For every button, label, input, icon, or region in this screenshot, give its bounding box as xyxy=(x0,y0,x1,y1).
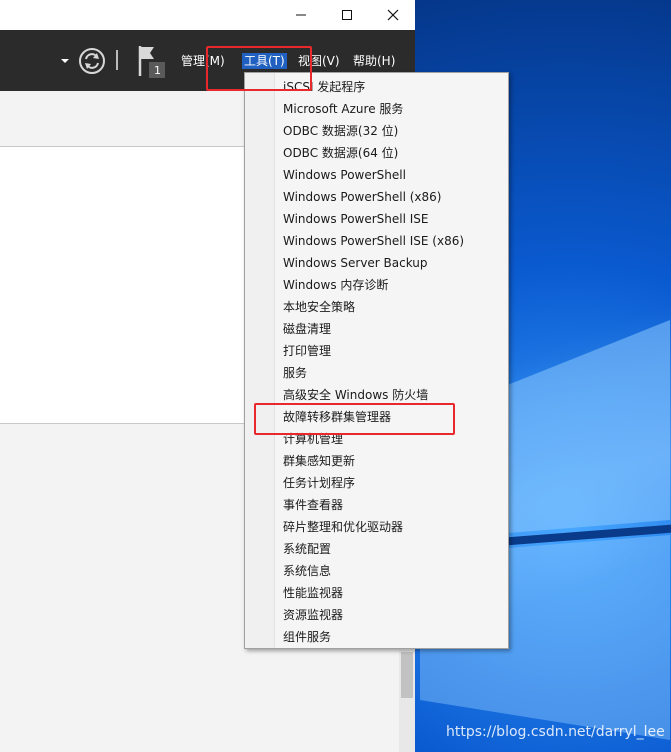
menu-item-odbc-64[interactable]: ODBC 数据源(64 位) xyxy=(283,142,398,164)
menu-icon-gutter xyxy=(245,73,275,648)
menu-item-system-configuration[interactable]: 系统配置 xyxy=(283,538,331,560)
menu-item-component-services[interactable]: 组件服务 xyxy=(283,626,331,648)
menu-item-print-management[interactable]: 打印管理 xyxy=(283,340,331,362)
menu-item-powershell-x86[interactable]: Windows PowerShell (x86) xyxy=(283,186,441,208)
maximize-icon xyxy=(342,10,352,20)
refresh-icon[interactable] xyxy=(78,47,106,75)
notification-count-badge: 1 xyxy=(154,64,161,77)
menu-item-server-backup[interactable]: Windows Server Backup xyxy=(283,252,428,274)
toolbar-separator xyxy=(116,50,118,70)
highlight-box-failover-cluster xyxy=(254,403,455,435)
scrollbar-thumb[interactable] xyxy=(401,652,413,698)
menu-item-cluster-aware-updating[interactable]: 群集感知更新 xyxy=(283,450,355,472)
menu-item-performance-monitor[interactable]: 性能监视器 xyxy=(283,582,343,604)
maximize-button[interactable] xyxy=(324,0,370,30)
watermark-text: https://blog.csdn.net/darryl_lee xyxy=(446,724,665,740)
minimize-icon xyxy=(296,14,306,16)
notifications-flag-icon[interactable] xyxy=(136,44,168,80)
dropdown-arrow-icon[interactable] xyxy=(60,57,70,65)
menu-item-event-viewer[interactable]: 事件查看器 xyxy=(283,494,343,516)
menu-item-powershell-ise[interactable]: Windows PowerShell ISE xyxy=(283,208,429,230)
menu-item-task-scheduler[interactable]: 任务计划程序 xyxy=(283,472,355,494)
menu-item-azure-services[interactable]: Microsoft Azure 服务 xyxy=(283,98,403,120)
menu-item-powershell[interactable]: Windows PowerShell xyxy=(283,164,406,186)
menu-item-memory-diagnostic[interactable]: Windows 内存诊断 xyxy=(283,274,388,296)
menu-item-resource-monitor[interactable]: 资源监视器 xyxy=(283,604,343,626)
menu-item-services[interactable]: 服务 xyxy=(283,362,307,384)
close-icon xyxy=(387,9,399,21)
menu-item-local-security-policy[interactable]: 本地安全策略 xyxy=(283,296,355,318)
tools-dropdown-menu: iSCSI 发起程序 Microsoft Azure 服务 ODBC 数据源(3… xyxy=(244,72,509,649)
menu-item-odbc-32[interactable]: ODBC 数据源(32 位) xyxy=(283,120,398,142)
menu-item-powershell-ise-x86[interactable]: Windows PowerShell ISE (x86) xyxy=(283,230,464,252)
menu-item-disk-cleanup[interactable]: 磁盘清理 xyxy=(283,318,331,340)
menu-item-system-information[interactable]: 系统信息 xyxy=(283,560,331,582)
close-button[interactable] xyxy=(370,0,416,30)
minimize-button[interactable] xyxy=(278,0,324,30)
title-bar xyxy=(0,0,415,30)
menu-item-defragment-optimize[interactable]: 碎片整理和优化驱动器 xyxy=(283,516,403,538)
menu-help[interactable]: 帮助(H) xyxy=(353,53,395,69)
highlight-box-tools-menu xyxy=(206,46,312,91)
